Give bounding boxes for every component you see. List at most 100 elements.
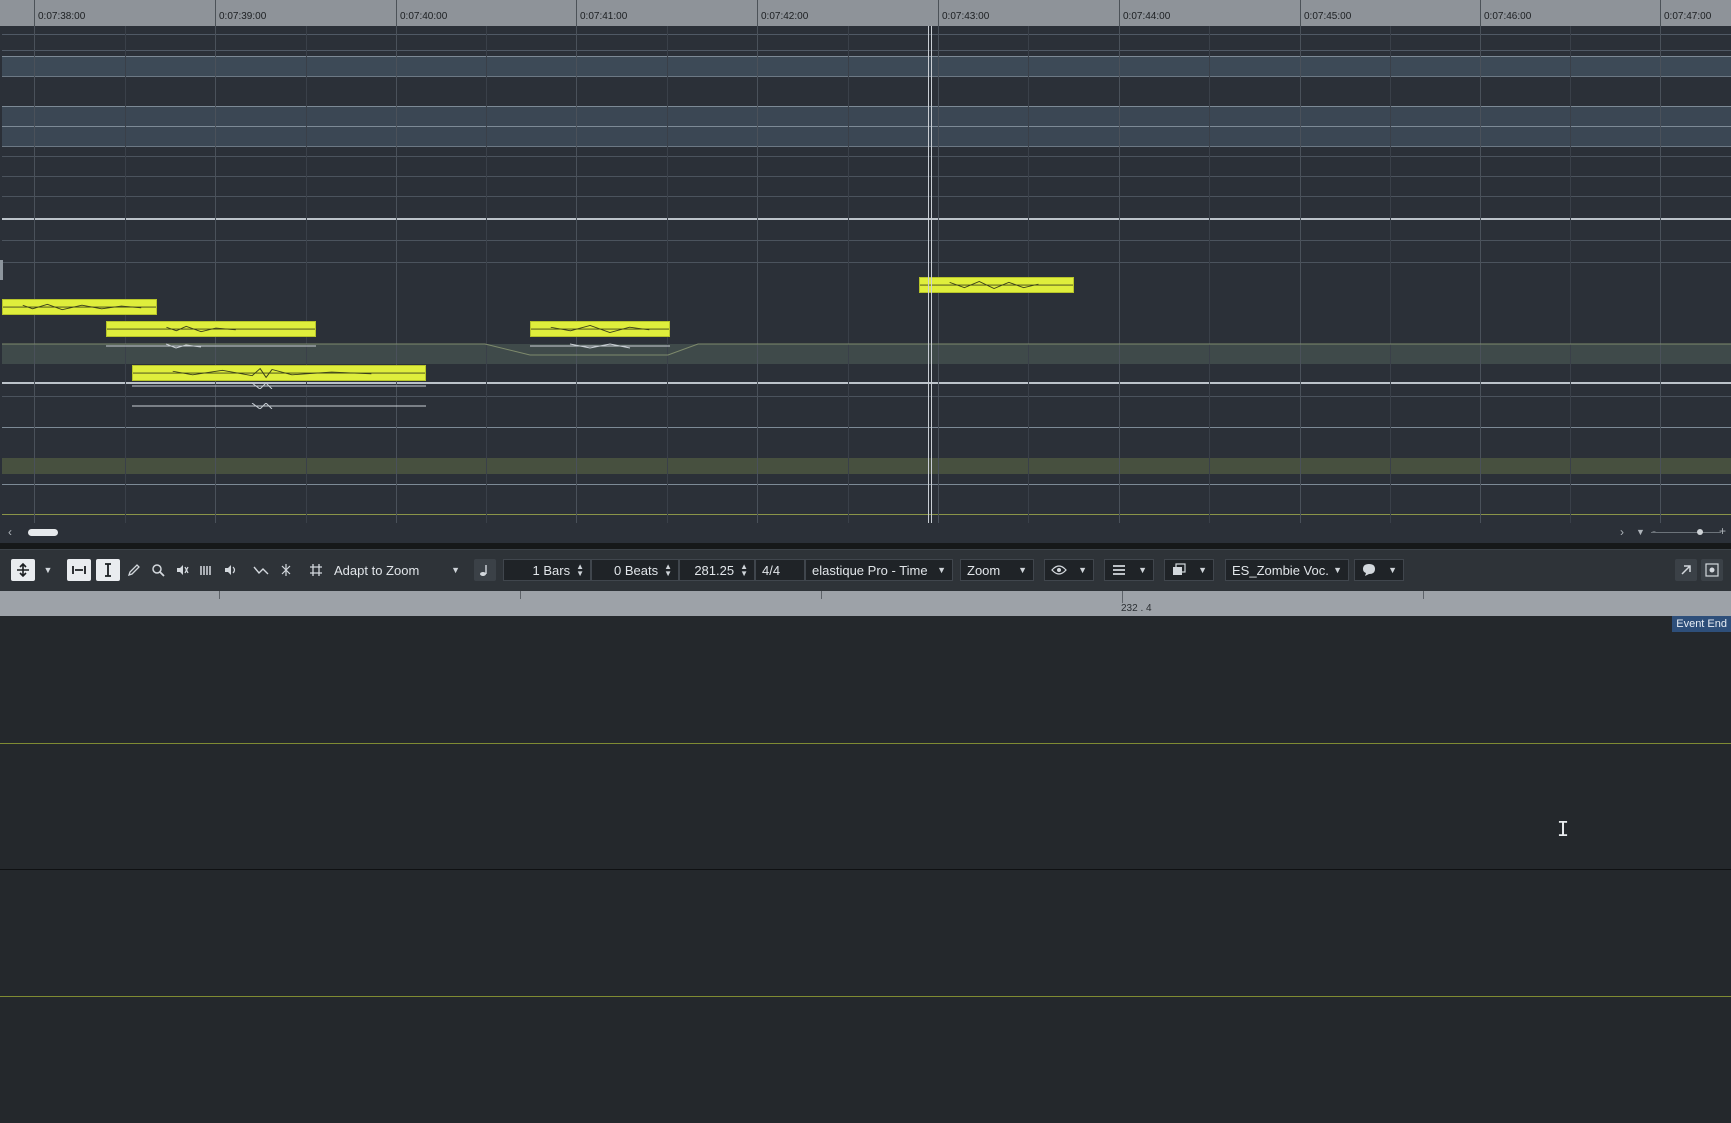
- zoom-slider-knob[interactable]: [1697, 529, 1703, 535]
- ruler-tick: [219, 591, 220, 599]
- visibility-select[interactable]: ▼: [1044, 559, 1094, 581]
- waveform-preview: [132, 383, 426, 389]
- ruler-label: 0:07:44:00: [1123, 11, 1171, 22]
- chevron-down-icon: ▼: [451, 565, 460, 575]
- quantize-note-icon[interactable]: [474, 559, 496, 581]
- lane-divider: [0, 743, 1731, 744]
- scrollbar-thumb[interactable]: [28, 529, 58, 536]
- ruler-tick: [1300, 0, 1301, 26]
- event-end-label: Event End: [1672, 616, 1731, 632]
- algorithm-select[interactable]: elastique Pro - Time ▼: [805, 559, 953, 581]
- spinner-icon[interactable]: ▲ ▼: [664, 563, 672, 578]
- speaker-icon[interactable]: [220, 559, 240, 581]
- time-signature-value: 4/4: [762, 562, 781, 578]
- zoom-mode-select[interactable]: Zoom ▼: [960, 559, 1034, 581]
- ruler-label: 0:07:43:00: [942, 11, 990, 22]
- ruler-label: 232 . 4: [1121, 603, 1152, 614]
- track-name-value: ES_Zombie Voc.: [1232, 562, 1329, 578]
- window-layout-icon: [1173, 563, 1186, 575]
- zoom-icon[interactable]: [148, 559, 168, 581]
- length-bars-field[interactable]: 1 Bars ▲ ▼: [503, 559, 591, 581]
- sample-editor-lanes[interactable]: Event End I: [0, 616, 1731, 1123]
- eye-icon: [1051, 565, 1067, 575]
- audio-event[interactable]: [132, 365, 426, 381]
- ruler-label: 0:07:47:00: [1664, 11, 1712, 22]
- algorithm-value: elastique Pro - Time: [812, 562, 928, 578]
- zoom-out-icon[interactable]: -: [1652, 524, 1656, 538]
- chevron-down-icon[interactable]: ▼: [1636, 527, 1645, 537]
- spinner-icon[interactable]: ▲ ▼: [576, 563, 584, 578]
- waveform-preview: [106, 343, 316, 349]
- window-layout-select[interactable]: ▼: [1164, 559, 1214, 581]
- length-bars-value: 1 Bars: [532, 562, 571, 578]
- horizontal-scrollbar[interactable]: ‹ › ▼ - +: [0, 523, 1731, 543]
- curve-icon[interactable]: [251, 559, 271, 581]
- chevron-down-icon: ▼: [1388, 565, 1397, 575]
- track-select[interactable]: ES_Zombie Voc. ▼: [1225, 559, 1349, 581]
- settings-icon[interactable]: [1701, 559, 1723, 581]
- zoom-mode-value: Zoom: [967, 562, 1001, 578]
- ruler-tick: [396, 0, 397, 26]
- scroll-right-icon[interactable]: ›: [1620, 525, 1624, 539]
- text-cursor-icon[interactable]: [96, 559, 120, 581]
- snap-grid-icon[interactable]: [306, 559, 326, 581]
- waveform-preview: [530, 343, 670, 349]
- object-select-icon[interactable]: [11, 559, 35, 581]
- ruler-label: 0:07:45:00: [1304, 11, 1352, 22]
- length-beats-field[interactable]: 0 Beats ▲ ▼: [591, 559, 679, 581]
- layers-icon: [1113, 565, 1125, 575]
- zoom-slider[interactable]: [1651, 532, 1721, 533]
- ruler-label: 0:07:46:00: [1484, 11, 1532, 22]
- audio-event[interactable]: [919, 277, 1074, 293]
- lane-divider: [0, 996, 1731, 997]
- layers-select[interactable]: ▼: [1104, 559, 1154, 581]
- event-display[interactable]: [0, 26, 1731, 527]
- snap-type-select[interactable]: Adapt to Zoom ▼: [328, 559, 466, 581]
- ruler-tick: [576, 0, 577, 26]
- ruler-tick: [757, 0, 758, 26]
- ruler-tick: [34, 0, 35, 26]
- scroll-left-icon[interactable]: ‹: [8, 525, 12, 539]
- split-icon[interactable]: [276, 559, 296, 581]
- timeline-ruler[interactable]: 0:07:38:00 0:07:39:00 0:07:40:00 0:07:41…: [0, 0, 1731, 27]
- ruler-label: 0:07:41:00: [580, 11, 628, 22]
- ruler-tick: [1122, 591, 1123, 603]
- audio-event[interactable]: [530, 321, 670, 337]
- spinner-icon[interactable]: ▲ ▼: [740, 563, 748, 578]
- time-warp-icon[interactable]: [196, 559, 216, 581]
- automation-curve: [2, 343, 1731, 356]
- ruler-label: 0:07:40:00: [400, 11, 448, 22]
- ruler-tick: [1119, 0, 1120, 26]
- project-cursor[interactable]: [928, 26, 932, 527]
- text-cursor-icon: I: [1557, 817, 1570, 841]
- ruler-tick: [1660, 0, 1661, 26]
- feedback-select[interactable]: ▼: [1354, 559, 1404, 581]
- mute-icon[interactable]: [172, 559, 192, 581]
- open-external-icon[interactable]: [1675, 559, 1697, 581]
- chevron-down-icon: ▼: [1018, 565, 1027, 575]
- ruler-tick: [520, 591, 521, 599]
- ruler-tick: [215, 0, 216, 26]
- audio-event[interactable]: [106, 321, 316, 337]
- pencil-icon[interactable]: [124, 559, 144, 581]
- resize-handle[interactable]: [0, 260, 3, 280]
- tempo-field[interactable]: 281.25 ▲ ▼: [679, 559, 755, 581]
- tempo-value: 281.25: [694, 562, 735, 578]
- ruler-tick: [821, 591, 822, 599]
- ruler-tick: [1423, 591, 1424, 599]
- snap-type-value: Adapt to Zoom: [334, 562, 420, 578]
- chevron-down-icon: ▼: [937, 565, 946, 575]
- time-signature-field[interactable]: 4/4: [755, 559, 805, 581]
- ruler-label: 0:07:39:00: [219, 11, 267, 22]
- ruler-tick: [1480, 0, 1481, 26]
- chevron-down-icon: ▼: [1138, 565, 1147, 575]
- chevron-down-icon: ▼: [1078, 565, 1087, 575]
- length-beats-value: 0 Beats: [613, 562, 659, 578]
- range-select-icon[interactable]: [67, 559, 91, 581]
- chevron-down-icon[interactable]: ▼: [40, 559, 56, 581]
- zoom-in-icon[interactable]: +: [1719, 524, 1726, 538]
- lower-timeline-ruler[interactable]: 232 . 4: [0, 591, 1731, 616]
- chevron-down-icon: ▼: [1333, 565, 1342, 575]
- audio-event[interactable]: [2, 299, 157, 315]
- feedback-icon: [1363, 564, 1375, 576]
